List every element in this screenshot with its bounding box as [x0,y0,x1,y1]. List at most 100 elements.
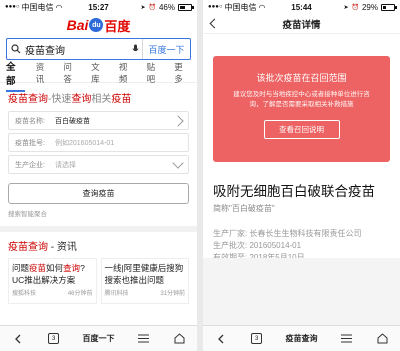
detail-header: 疫苗详情 [203,14,400,34]
search-button[interactable]: 百度一下 [142,39,190,59]
menu-icon[interactable] [339,332,353,346]
location-icon: ➤ [343,4,349,11]
menu-icon[interactable] [136,332,150,346]
news-meta: 搜狐科技 46分钟前 [12,288,93,300]
alarm-icon: ⏰ [148,4,156,11]
home-icon[interactable] [375,332,389,346]
headline-part: 如何 [46,263,64,273]
back-icon[interactable] [11,332,25,346]
microphone-icon[interactable] [128,44,142,54]
manufacturer-value: 长春长生生物科技有限责任公司 [249,229,362,238]
news-meta: 腾讯科技 31分钟前 [105,288,186,300]
carrier-info: ●●●○ 中国电信 ◠ [208,2,270,13]
signal-icon: ●●●○ [5,4,20,10]
carrier-info: ●●●○ 中国电信 ◠ [5,2,67,13]
search-input[interactable]: 疫苗查询 [25,42,128,57]
tab-wenku[interactable]: 文库 [91,61,108,85]
batch-value: 201605014-01 [249,241,302,250]
carrier-label: 中国电信 [21,2,54,12]
news-time: 31分钟前 [160,291,185,297]
paw-icon: du [89,18,104,32]
recall-alert-card: 该批次疫苗在召回范围 建议您及时与当地疾控中心或者接种单位进行咨询，了解是否需要… [213,56,390,162]
news-grid: 问题疫苗如何查询?UC推出解决方案 搜狐科技 46分钟前 一线|阿里健康后搜狗搜… [0,256,197,306]
chevron-down-icon [172,157,184,169]
batch-number-field[interactable]: 疫苗批号: 例如201605014-01 [8,133,189,152]
field-label: 疫苗批号: [15,139,45,147]
field-label: 疫苗名称: [15,117,45,125]
title-keyword: 疫苗 [111,94,132,105]
right-phone-screen: ●●●○ 中国电信 ◠ 15:44 ➤ ⏰ 29% 疫苗详情 该批次疫苗在召回范… [203,0,400,351]
headline-keyword: 疫苗 [29,263,47,273]
status-bar: ●●●○ 中国电信 ◠ 15:27 ➤ ⏰ 46% [0,0,197,14]
manufacturer-row: 生产厂家: 长春长生生物科技有限责任公司 [213,228,390,240]
field-placeholder: 请选择 [55,161,76,169]
news-section-title[interactable]: 疫苗查询 - 资讯 [0,232,197,256]
title-keyword: 疫苗查询 [8,94,48,105]
headline-part: 问题 [12,263,30,273]
battery-icon [177,3,194,11]
news-headline: 问题疫苗如何查询?UC推出解决方案 [12,262,93,286]
status-time: 15:44 [291,2,312,12]
news-title-keyword: 疫苗查询 [8,242,48,253]
title-keyword: 查询 [71,94,92,105]
location-icon: ➤ [140,4,146,11]
bottom-page-title: 百度一下 [82,334,115,343]
tab-tieba[interactable]: 贴吧 [147,61,164,85]
news-item[interactable]: 问题疫苗如何查询?UC推出解决方案 搜狐科技 46分钟前 [8,258,97,304]
vaccine-card-title[interactable]: 疫苗查询-快速查询相关疫苗 [0,83,197,108]
wifi-icon: ◠ [258,2,266,12]
news-item[interactable]: 一线|阿里健康后搜狗搜索也推出问题 腾讯科技 31分钟前 [100,258,189,304]
carrier-label: 中国电信 [224,2,257,12]
back-icon[interactable] [214,332,228,346]
news-title-suffix: - 资讯 [48,242,77,253]
recall-description: 建议您及时与当地疾控中心或者接种单位进行咨询，了解是否需要采取相关补救措施 [233,91,370,108]
field-label: 生产企业: [15,161,45,169]
news-headline: 一线|阿里健康后搜狗搜索也推出问题 [104,263,184,285]
wifi-icon: ◠ [55,2,63,12]
manufacturer-label: 生产厂家: [213,229,248,238]
search-box[interactable]: 疫苗查询 百度一下 [6,38,191,60]
bottom-page-title: 疫苗查询 [285,334,318,343]
news-time: 46分钟前 [67,291,93,297]
browser-bottom-bar: 3 疫苗查询 [203,325,400,351]
tab-news[interactable]: 资讯 [36,61,53,85]
vaccine-name-select[interactable]: 疫苗名称: 百白破疫苗 [8,111,189,130]
status-right: ➤ ⏰ 46% [130,2,194,12]
source-label: 搜索智能聚合 [8,211,47,218]
logo-du: 百度 [104,18,131,34]
home-icon[interactable] [172,332,186,346]
signal-icon: ●●●○ [208,4,223,10]
baidu-logo[interactable]: Bai du 百度 [0,15,197,35]
page-title: 疫苗详情 [282,19,321,31]
field-placeholder[interactable]: 例如201605014-01 [55,138,182,148]
screenshot-stage: ●●●○ 中国电信 ◠ 15:27 ➤ ⏰ 46% Bai du 百度 疫苗查询 [0,0,400,351]
tab-video[interactable]: 视频 [119,61,136,85]
tabs-count-button[interactable]: 3 [47,332,61,346]
battery-icon [380,3,397,11]
tab-qa[interactable]: 问答 [63,61,80,85]
tab-count: 3 [48,333,60,344]
battery-percent: 46% [158,2,175,12]
recall-heading: 该批次疫苗在召回范围 [256,73,347,83]
query-vaccine-button[interactable]: 查询疫苗 [8,183,189,204]
field-value: 百白破疫苗 [55,117,90,125]
battery-level-right [382,5,386,9]
tab-more[interactable]: 更多 [174,61,191,85]
view-recall-button[interactable]: 查看召回说明 [263,120,340,139]
battery-percent: 29% [361,2,378,12]
tab-all[interactable]: 全部 [6,59,25,92]
left-phone-screen: ●●●○ 中国电信 ◠ 15:27 ➤ ⏰ 46% Bai du 百度 疫苗查询 [0,0,197,351]
logo-bai: Bai [66,17,89,33]
result-tabs: 全部 资讯 问答 文库 视频 贴吧 更多 [0,61,197,92]
browser-bottom-bar: 3 百度一下 [0,325,197,351]
vaccine-info: 生产厂家: 长春长生生物科技有限责任公司 生产批次: 201605014-01 … [203,214,400,264]
batch-row: 生产批次: 201605014-01 [213,240,390,252]
news-source: 搜狐科技 [12,291,37,297]
empty-area [203,258,400,325]
status-bar: ●●●○ 中国电信 ◠ 15:44 ➤ ⏰ 29% [203,0,400,14]
tabs-count-button[interactable]: 3 [250,332,264,346]
tab-count: 3 [251,333,263,344]
manufacturer-select[interactable]: 生产企业: 请选择 [8,155,189,174]
status-time: 15:27 [88,2,109,12]
news-source: 腾讯科技 [104,291,129,297]
